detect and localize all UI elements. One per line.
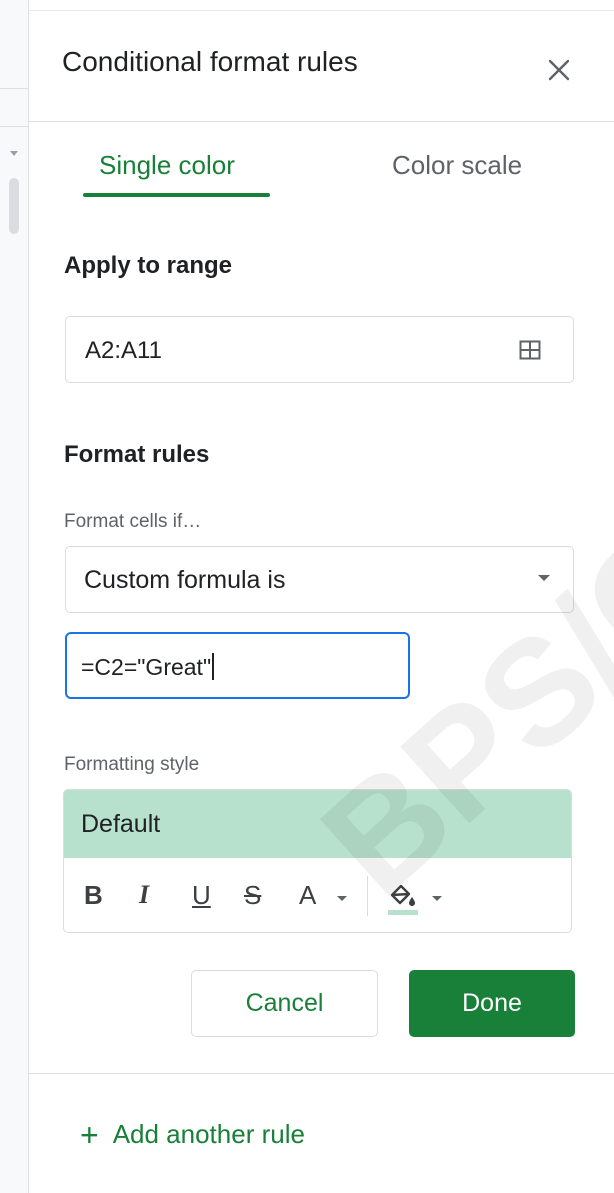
panel-top-border	[29, 10, 614, 11]
underline-button[interactable]: U	[192, 880, 211, 910]
active-tab-indicator	[83, 193, 270, 197]
condition-select[interactable]: Custom formula is	[65, 546, 574, 613]
panel-title: Conditional format rules	[62, 46, 358, 77]
range-value[interactable]: A2:A11	[85, 337, 162, 365]
formatting-toolbar: B I U S A	[64, 858, 571, 932]
text-cursor	[212, 653, 215, 680]
conditional-format-panel: Conditional format rules Single color Co…	[29, 0, 614, 1193]
tab-single-color[interactable]: Single color	[99, 150, 235, 181]
range-input[interactable]: A2:A11	[65, 316, 574, 383]
footer-divider	[29, 1073, 614, 1074]
style-preview-default[interactable]: Default	[64, 790, 571, 858]
cancel-button[interactable]: Cancel	[191, 970, 378, 1037]
condition-select-value: Custom formula is	[84, 566, 286, 594]
tab-color-scale[interactable]: Color scale	[392, 150, 522, 181]
custom-formula-value: =C2="Great"	[81, 654, 212, 680]
toolbar-divider	[367, 876, 368, 916]
format-rules-label: Format rules	[64, 441, 210, 468]
add-another-rule-label: Add another rule	[112, 1119, 305, 1149]
chevron-down-icon[interactable]	[432, 896, 442, 901]
formula-text-wrap: =C2="Great"	[81, 653, 215, 681]
format-cells-if-label: Format cells if…	[64, 511, 202, 532]
strikethrough-button[interactable]: S	[244, 880, 261, 910]
close-icon	[548, 59, 570, 81]
header-divider	[29, 121, 614, 122]
close-button[interactable]	[539, 50, 579, 90]
sheet-grid-edge	[0, 0, 29, 1193]
row-divider	[0, 126, 28, 127]
style-preview-text: Default	[81, 810, 161, 838]
bold-button[interactable]: B	[84, 880, 103, 910]
plus-icon: +	[80, 1117, 99, 1153]
apply-to-range-label: Apply to range	[64, 252, 233, 279]
formatting-style-box: Default B I U S A	[63, 789, 572, 933]
vertical-scrollbar[interactable]	[9, 178, 19, 234]
grid-icon[interactable]	[518, 338, 542, 362]
column-dropdown-icon[interactable]	[10, 151, 18, 156]
italic-button[interactable]: I	[139, 880, 149, 910]
custom-formula-input[interactable]: =C2="Great"	[65, 632, 410, 699]
add-another-rule-button[interactable]: + Add another rule	[80, 1117, 305, 1154]
chevron-down-icon[interactable]	[337, 896, 347, 901]
text-color-button[interactable]: A	[299, 880, 316, 910]
fill-color-icon[interactable]	[382, 878, 422, 918]
chevron-down-icon	[538, 575, 550, 581]
row-divider	[0, 88, 28, 89]
done-button[interactable]: Done	[409, 970, 575, 1037]
formatting-style-label: Formatting style	[64, 754, 200, 775]
